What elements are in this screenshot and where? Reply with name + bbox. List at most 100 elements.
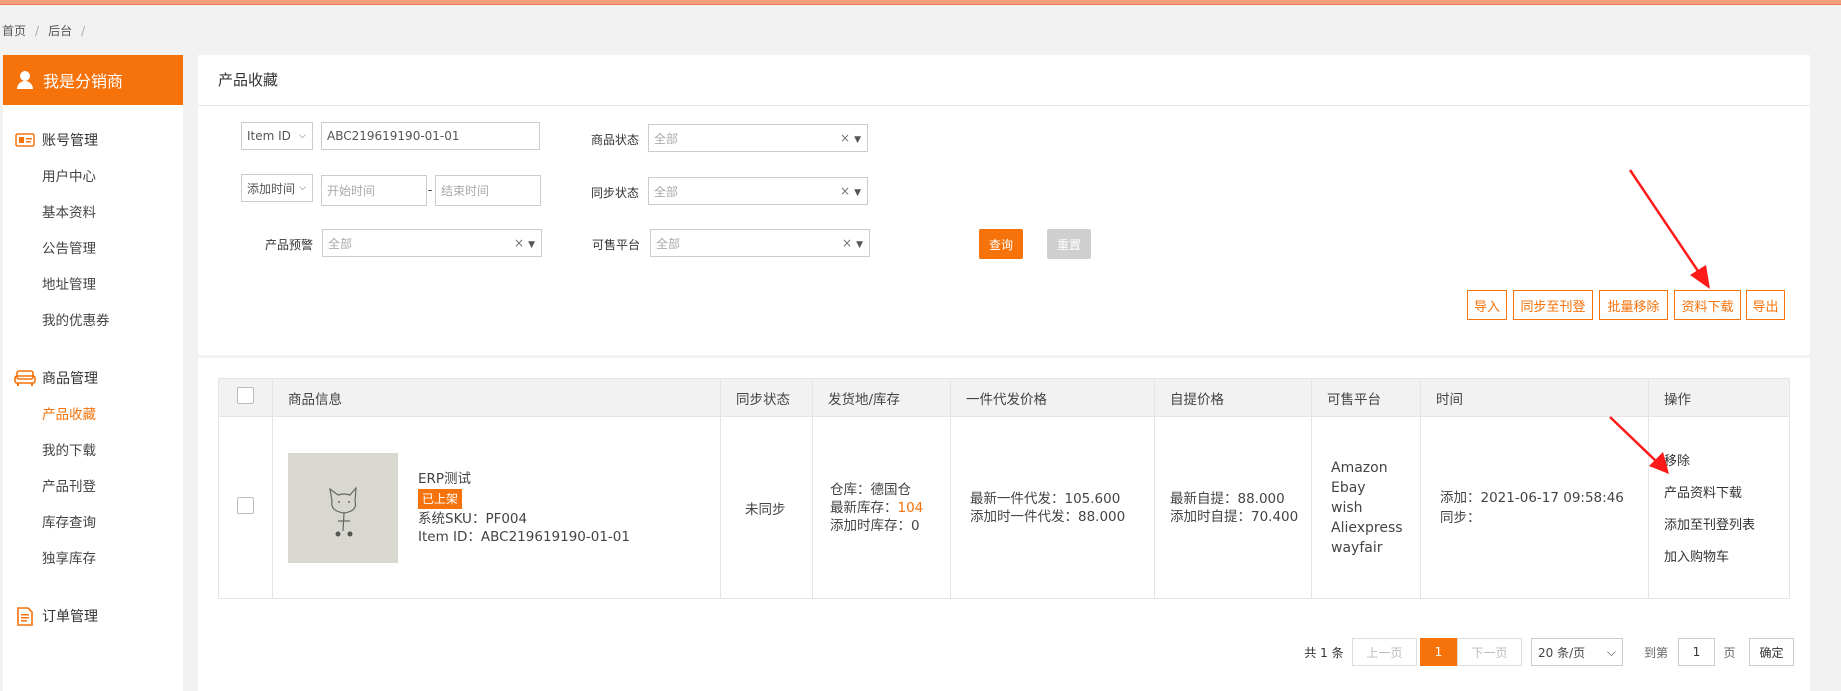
operations-cell: 移除 产品资料下载 添加至刊登列表 加入购物车 xyxy=(1648,416,1790,599)
download-data-button[interactable]: 资料下载 xyxy=(1674,290,1741,320)
chevron-down-icon: ⌵ xyxy=(1606,644,1616,659)
favorites-table: 商品信息 同步状态 发货地/库存 一件代发价格 自提价格 可售平台 时间 操作 xyxy=(218,378,1790,599)
top-accent-line xyxy=(0,0,1841,5)
dropship-latest: 最新一件代发：105.600 xyxy=(970,490,1121,507)
reset-button[interactable]: 重置 xyxy=(1047,229,1091,259)
query-button[interactable]: 查询 xyxy=(979,229,1023,259)
sidebar-item-user-center[interactable]: 用户中心 xyxy=(3,159,183,195)
select-all-checkbox[interactable] xyxy=(237,387,254,404)
platform-item: Aliexpress xyxy=(1331,519,1403,536)
time-type-value: 添加时间 xyxy=(247,181,296,196)
pager-goto-input[interactable]: 1 xyxy=(1678,638,1715,666)
sync-status-cell: 未同步 xyxy=(720,416,813,599)
pager-current-page[interactable]: 1 xyxy=(1420,638,1457,666)
clear-icon[interactable]: × xyxy=(840,131,850,145)
sofa-icon xyxy=(14,370,36,387)
product-item-id: Item ID：ABC219619190-01-01 xyxy=(418,528,630,545)
status-badge: 已上架 xyxy=(418,488,463,509)
id-search-input[interactable]: ABC219619190-01-01 xyxy=(321,122,540,150)
product-thumbnail[interactable] xyxy=(288,452,398,563)
col-product-info: 商品信息 xyxy=(272,378,721,417)
col-dropship-price: 一件代发价格 xyxy=(950,378,1155,417)
dropship-price-cell: 最新一件代发：105.600 添加时一件代发：88.000 xyxy=(950,416,1155,599)
sidebar-group-orders[interactable]: 订单管理 xyxy=(3,604,183,628)
start-time-placeholder: 开始时间 xyxy=(327,184,376,198)
pickup-price-cell: 最新自提：88.000 添加时自提：70.400 xyxy=(1154,416,1312,599)
remove-link[interactable]: 移除 xyxy=(1664,450,1789,469)
row-checkbox[interactable] xyxy=(237,497,254,514)
sync-label: 同步状态 xyxy=(591,186,640,200)
dropship-added: 添加时一件代发：88.000 xyxy=(970,508,1126,525)
sidebar-item-favorites[interactable]: 产品收藏 xyxy=(3,397,183,433)
page-title: 产品收藏 xyxy=(198,55,1810,106)
add-to-listing-link[interactable]: 添加至刊登列表 xyxy=(1664,514,1789,533)
breadcrumb-home[interactable]: 首页 xyxy=(2,24,26,38)
product-info-cell: ERP测试 已上架 系统SKU：PF004 Item ID：ABC2196191… xyxy=(272,416,721,599)
sidebar-item-announcements[interactable]: 公告管理 xyxy=(3,231,183,267)
warn-value: 全部 xyxy=(328,236,353,251)
id-search-value: ABC219619190-01-01 xyxy=(327,129,460,143)
col-warehouse-stock: 发货地/库存 xyxy=(812,378,951,417)
pager-page-unit: 页 xyxy=(1723,645,1736,660)
stock-label: 最新库存： xyxy=(830,499,898,516)
pager-confirm-button[interactable]: 确定 xyxy=(1749,638,1794,666)
stock-added: 添加时库存：0 xyxy=(830,517,920,534)
sidebar-item-addresses[interactable]: 地址管理 xyxy=(3,267,183,303)
sidebar-group-account[interactable]: 账号管理 xyxy=(3,128,183,152)
col-pickup-price: 自提价格 xyxy=(1154,378,1312,417)
pager-prev-button[interactable]: 上一页 xyxy=(1352,638,1417,666)
status-value: 全部 xyxy=(654,131,679,146)
sync-value: 全部 xyxy=(654,184,679,199)
sidebar: 我是分销商 账号管理 用户中心 基本资料 公告管理 地址管理 我的优惠券 商品管… xyxy=(3,55,183,691)
status-label: 商品状态 xyxy=(591,133,640,147)
platform-value: 全部 xyxy=(656,236,681,251)
document-icon xyxy=(14,606,36,626)
clear-icon[interactable]: × xyxy=(514,236,524,250)
warn-select[interactable]: 全部 × ▼ xyxy=(322,229,542,257)
platform-item: Amazon xyxy=(1331,459,1388,476)
sidebar-item-listing[interactable]: 产品刊登 xyxy=(3,469,183,505)
breadcrumb-backend[interactable]: 后台 xyxy=(48,24,72,38)
platform-select[interactable]: 全部 × ▼ xyxy=(650,229,870,257)
sidebar-group-products[interactable]: 商品管理 xyxy=(3,366,183,390)
download-product-data-link[interactable]: 产品资料下载 xyxy=(1664,482,1789,501)
sidebar-item-exclusive-stock[interactable]: 独享库存 xyxy=(3,541,183,577)
time-type-select[interactable]: 添加时间 ⌵ xyxy=(241,174,313,202)
add-to-cart-link[interactable]: 加入购物车 xyxy=(1664,546,1789,565)
table-row: ERP测试 已上架 系统SKU：PF004 Item ID：ABC2196191… xyxy=(218,416,1790,599)
batch-remove-button[interactable]: 批量移除 xyxy=(1599,290,1668,320)
end-time-input[interactable]: 结束时间 xyxy=(435,175,541,206)
platform-item: Ebay xyxy=(1331,479,1366,496)
chevron-down-icon: ⌵ xyxy=(299,131,306,141)
warehouse-cell: 仓库：德国仓 最新库存：104 添加时库存：0 xyxy=(812,416,951,599)
pager-goto-label: 到第 xyxy=(1643,645,1668,660)
product-sku: 系统SKU：PF004 xyxy=(418,510,528,527)
col-operations: 操作 xyxy=(1648,378,1790,417)
sidebar-header-label: 我是分销商 xyxy=(43,72,124,91)
export-button[interactable]: 导出 xyxy=(1746,290,1785,320)
sidebar-item-coupons[interactable]: 我的优惠券 xyxy=(3,303,183,339)
caret-down-icon: ▼ xyxy=(856,240,863,250)
product-name[interactable]: ERP测试 xyxy=(418,470,630,488)
id-type-select[interactable]: Item ID ⌵ xyxy=(241,122,313,150)
pager-next-button[interactable]: 下一页 xyxy=(1457,638,1522,666)
sidebar-item-basic-info[interactable]: 基本资料 xyxy=(3,195,183,231)
clear-icon[interactable]: × xyxy=(840,184,850,198)
clear-icon[interactable]: × xyxy=(842,236,852,250)
sync-select[interactable]: 全部 × ▼ xyxy=(648,177,868,205)
sync-to-listing-button[interactable]: 同步至刊登 xyxy=(1513,290,1593,320)
chevron-down-icon: ⌵ xyxy=(299,183,306,193)
id-card-icon xyxy=(14,132,36,149)
page-size-select[interactable]: 20 条/页 ⌵ xyxy=(1531,638,1623,666)
pager-total: 共 1 条 xyxy=(1304,645,1344,660)
sidebar-header[interactable]: 我是分销商 xyxy=(3,55,183,105)
time-cell: 添加：2021-06-17 09:58:46 同步： xyxy=(1420,416,1649,599)
platform-item: wish xyxy=(1331,499,1363,516)
sidebar-item-stock-query[interactable]: 库存查询 xyxy=(3,505,183,541)
start-time-input[interactable]: 开始时间 xyxy=(321,175,427,206)
caret-down-icon: ▼ xyxy=(854,135,861,145)
import-button[interactable]: 导入 xyxy=(1467,290,1507,320)
sidebar-item-downloads[interactable]: 我的下载 xyxy=(3,433,183,469)
end-time-placeholder: 结束时间 xyxy=(441,184,490,198)
status-select[interactable]: 全部 × ▼ xyxy=(648,124,868,152)
